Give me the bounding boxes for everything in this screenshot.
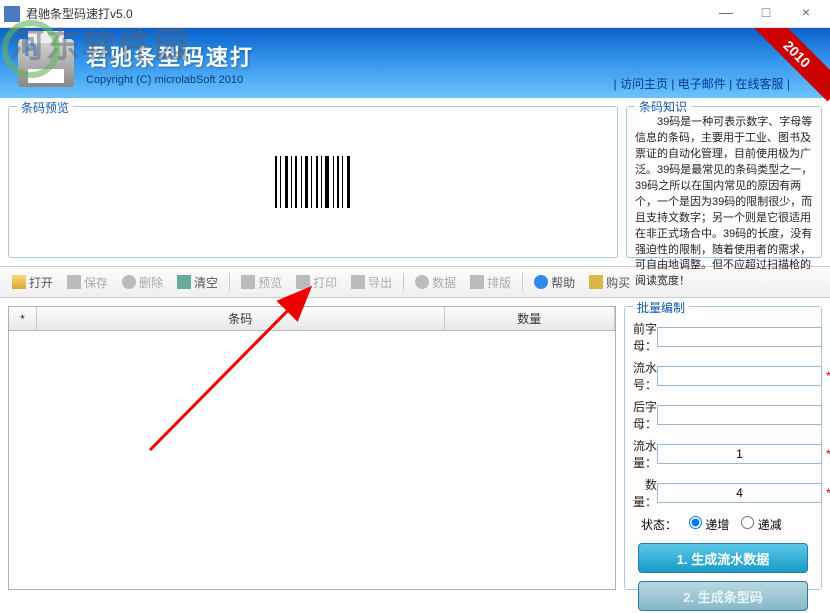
buy-button[interactable]: 购买: [583, 271, 636, 294]
minimize-button[interactable]: —: [706, 4, 746, 24]
printer-icon: [18, 39, 74, 87]
amount-label: 流水量：: [633, 437, 657, 471]
export-button[interactable]: 导出: [345, 271, 398, 294]
layout-button[interactable]: 排版: [464, 271, 517, 294]
data-table[interactable]: * 条码 数量: [8, 306, 616, 590]
status-label: 状态：: [641, 516, 677, 533]
barcode-image: [273, 154, 353, 210]
prefix-label: 前字母：: [633, 320, 657, 354]
layout-icon: [470, 275, 484, 289]
clear-icon: [177, 275, 191, 289]
batch-panel: 批量编制 前字母： 流水号：* 后字母： 流水量：* 数量：* 状态： 递增 递…: [624, 306, 822, 590]
folder-open-icon: [12, 275, 26, 289]
prefix-input[interactable]: [657, 327, 822, 347]
generate-barcode-button: 2. 生成条型码: [638, 581, 808, 611]
col-quantity[interactable]: 数量: [445, 307, 615, 330]
clear-button[interactable]: 清空: [171, 271, 224, 294]
amount-input[interactable]: [657, 444, 822, 464]
print-button[interactable]: 打印: [290, 271, 343, 294]
banner: 君驰条型码速打 Copyright (C) microlabSoft 2010 …: [0, 28, 830, 98]
suffix-label: 后字母：: [633, 398, 657, 432]
serial-input[interactable]: [657, 366, 822, 386]
app-icon: [4, 6, 20, 22]
print-icon: [296, 275, 310, 289]
close-button[interactable]: ×: [786, 4, 826, 24]
qty-label: 数量：: [633, 476, 657, 510]
banner-subtitle: Copyright (C) microlabSoft 2010: [86, 74, 254, 86]
decrement-radio[interactable]: 递减: [741, 516, 781, 533]
delete-button[interactable]: 删除: [116, 271, 169, 294]
suffix-input[interactable]: [657, 405, 822, 425]
table-header: * 条码 数量: [9, 307, 615, 331]
data-button[interactable]: 数据: [409, 271, 462, 294]
delete-icon: [122, 275, 136, 289]
cart-icon: [589, 275, 603, 289]
barcode-knowledge-panel: 条码知识 39码是一种可表示数字、字母等信息的条码，主要用于工业、图书及票证的自…: [626, 106, 822, 258]
barcode-preview-panel: 条码预览: [8, 106, 618, 258]
batch-legend: 批量编制: [633, 299, 689, 316]
preview-legend: 条码预览: [17, 99, 73, 116]
open-button[interactable]: 打开: [6, 271, 59, 294]
preview-icon: [241, 275, 255, 289]
help-icon: [534, 275, 548, 289]
help-button[interactable]: 帮助: [528, 271, 581, 294]
generate-serial-button[interactable]: 1. 生成流水数据: [638, 543, 808, 573]
save-button[interactable]: 保存: [61, 271, 114, 294]
banner-title: 君驰条型码速打: [86, 40, 254, 72]
knowledge-text: 39码是一种可表示数字、字母等信息的条码，主要用于工业、图书及票证的自动化管理，…: [635, 115, 813, 290]
save-icon: [67, 275, 81, 289]
table-body[interactable]: [9, 331, 615, 589]
title-bar: 君驰条型码速打v5.0 — □ ×: [0, 0, 830, 28]
serial-label: 流水号：: [633, 359, 657, 393]
knowledge-legend: 条码知识: [635, 99, 691, 116]
preview-button[interactable]: 预览: [235, 271, 288, 294]
increment-radio[interactable]: 递增: [689, 516, 729, 533]
qty-input[interactable]: [657, 483, 822, 503]
data-icon: [415, 275, 429, 289]
col-marker: *: [9, 307, 37, 330]
col-barcode[interactable]: 条码: [37, 307, 445, 330]
export-icon: [351, 275, 365, 289]
banner-links[interactable]: | 访问主页 | 电子邮件 | 在线客服 |: [614, 75, 790, 92]
year-ribbon: [750, 28, 830, 108]
maximize-button[interactable]: □: [746, 4, 786, 24]
window-title: 君驰条型码速打v5.0: [26, 5, 706, 22]
